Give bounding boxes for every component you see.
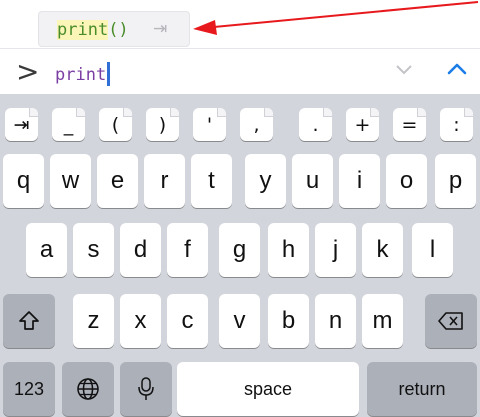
- key-underscore[interactable]: _: [52, 108, 85, 141]
- key-f[interactable]: f: [167, 223, 208, 277]
- key-d[interactable]: d: [120, 223, 161, 277]
- key-label: ': [206, 113, 213, 136]
- numbers-key[interactable]: 123: [3, 362, 55, 416]
- key-quote[interactable]: ': [193, 108, 226, 141]
- key-label: ⇥: [13, 113, 30, 136]
- shift-key[interactable]: [3, 294, 55, 348]
- space-key[interactable]: space: [177, 362, 359, 416]
- key-t[interactable]: t: [191, 154, 232, 208]
- key-x[interactable]: x: [120, 294, 161, 348]
- key-plus[interactable]: +: [346, 108, 379, 141]
- key-label: ): [158, 113, 167, 136]
- key-label: (: [111, 113, 120, 136]
- key-label: .: [312, 113, 319, 136]
- key-open-paren[interactable]: (: [99, 108, 132, 141]
- key-p[interactable]: p: [435, 154, 476, 208]
- backspace-key[interactable]: [425, 294, 477, 348]
- key-comma[interactable]: ,: [240, 108, 273, 141]
- key-o[interactable]: o: [386, 154, 427, 208]
- key-e[interactable]: e: [97, 154, 138, 208]
- prompt-symbol: >: [16, 55, 40, 88]
- shift-icon: [19, 311, 39, 330]
- globe-key[interactable]: [62, 362, 114, 416]
- key-m[interactable]: m: [362, 294, 403, 348]
- backspace-icon: [438, 312, 463, 330]
- key-equals[interactable]: =: [393, 108, 426, 141]
- key-label: :: [453, 113, 460, 136]
- key-label: +: [354, 113, 371, 136]
- dictation-key[interactable]: [120, 362, 172, 416]
- key-tab[interactable]: ⇥: [5, 108, 38, 141]
- chevron-up-icon[interactable]: [446, 59, 468, 79]
- key-z[interactable]: z: [73, 294, 114, 348]
- command-text: print: [55, 65, 107, 85]
- key-u[interactable]: u: [292, 154, 333, 208]
- key-g[interactable]: g: [219, 223, 260, 277]
- key-q[interactable]: q: [3, 154, 44, 208]
- arrow-head: [193, 20, 217, 35]
- key-close-paren[interactable]: ): [146, 108, 179, 141]
- key-s[interactable]: s: [73, 223, 114, 277]
- key-h[interactable]: h: [268, 223, 309, 277]
- software-keyboard: ⇥ _ ( ) ' , . + = : q w e r t y u i o p …: [0, 94, 480, 417]
- globe-icon: [77, 378, 99, 400]
- key-v[interactable]: v: [219, 294, 260, 348]
- key-label: ,: [253, 113, 260, 136]
- text-caret: [107, 62, 111, 86]
- key-a[interactable]: a: [26, 223, 67, 277]
- key-l[interactable]: l: [412, 223, 453, 277]
- key-k[interactable]: k: [362, 223, 403, 277]
- key-label: =: [401, 113, 418, 136]
- key-label: _: [63, 113, 74, 136]
- key-y[interactable]: y: [245, 154, 286, 208]
- key-w[interactable]: w: [50, 154, 91, 208]
- key-period[interactable]: .: [299, 108, 332, 141]
- key-i[interactable]: i: [339, 154, 380, 208]
- key-colon[interactable]: :: [440, 108, 473, 141]
- key-n[interactable]: n: [315, 294, 356, 348]
- key-b[interactable]: b: [268, 294, 309, 348]
- arrow-shaft: [213, 1, 479, 28]
- key-c[interactable]: c: [167, 294, 208, 348]
- key-r[interactable]: r: [144, 154, 185, 208]
- console-input-row[interactable]: > print: [0, 48, 480, 94]
- microphone-icon: [138, 377, 154, 400]
- chevron-down-icon[interactable]: [394, 59, 414, 79]
- key-j[interactable]: j: [315, 223, 356, 277]
- return-key[interactable]: return: [367, 362, 477, 416]
- command-input[interactable]: print: [55, 62, 111, 86]
